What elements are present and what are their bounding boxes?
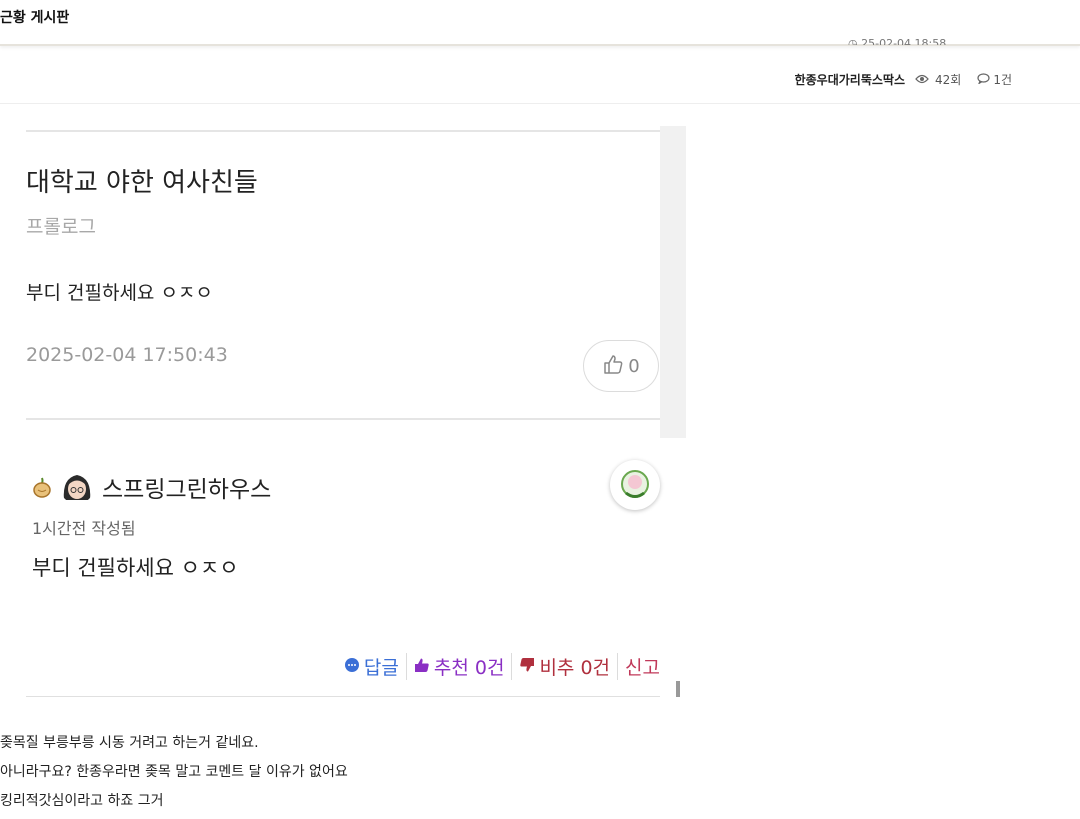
not-recommend-button[interactable]: 비추 0건 — [512, 653, 619, 680]
post-meta: 한종우대가리뚝스딱스 42회 1건 — [795, 71, 1012, 88]
divider — [26, 418, 660, 420]
post-date: 2025-02-04 17:50:43 — [26, 344, 228, 366]
chat-bubble-icon — [344, 656, 360, 678]
reply-line: 아니라구요? 한종우라면 좆목 말고 코멘트 달 이유가 없어요 — [0, 764, 348, 780]
post-meta-row: 한종우대가리뚝스딱스 42회 1건 — [0, 58, 1080, 104]
speech-bubble-icon — [977, 72, 990, 87]
reply-button[interactable]: 답글 — [337, 653, 407, 680]
divider — [26, 696, 660, 697]
comment-header: 스프링그린하우스 — [30, 470, 271, 504]
report-label: 신고 — [625, 657, 660, 679]
author-badge-icon — [610, 460, 660, 510]
comment-actions: 답글 추천 0건 비추 0건 신고 — [337, 653, 660, 680]
thumbs-up-icon — [414, 656, 430, 678]
reply-line: 킹리적갓심이라고 하죠 그거 — [0, 793, 164, 809]
top-bar: 근황 게시판 ◷ 25-02-04 18:58 — [0, 0, 1080, 46]
not-recommend-label: 비추 0건 — [539, 657, 611, 679]
post-body: 부디 건필하세요 ㅇㅈㅇ — [26, 282, 213, 304]
recommend-label: 추천 0건 — [433, 657, 505, 679]
level-onion-icon — [30, 475, 54, 499]
board-title[interactable]: 근황 게시판 — [0, 7, 69, 27]
like-count: 0 — [628, 355, 640, 377]
divider — [26, 130, 660, 132]
cut-off-timestamp: ◷ 25-02-04 18:58 — [848, 37, 946, 45]
post-card: 대학교 야한 여사친들 프롤로그 부디 건필하세요 ㅇㅈㅇ 2025-02-04… — [0, 126, 686, 438]
reply-line: 좆목질 부릉부릉 시동 거려고 하는거 같네요. — [0, 735, 259, 751]
thumbs-down-icon — [519, 656, 535, 678]
scroll-track[interactable] — [660, 126, 686, 438]
post-subtitle: 프롤로그 — [26, 216, 96, 238]
comment-item: 스프링그린하우스 1시간전 작성됨 부디 건필하세요 ㅇㅈㅇ 답글 추천 0건 … — [0, 440, 686, 700]
reply-label: 답글 — [363, 657, 399, 679]
like-button[interactable]: 0 — [583, 340, 659, 392]
clock-icon: ◷ — [848, 37, 858, 45]
reply-list: 좆목질 부릉부릉 시동 거려고 하는거 같네요. 아니라구요? 한종우라면 좆목… — [0, 729, 348, 816]
comment-count-group: 1건 — [977, 71, 1012, 88]
post-author[interactable]: 한종우대가리뚝스딱스 — [795, 71, 905, 88]
recommend-button[interactable]: 추천 0건 — [407, 653, 513, 680]
scrollbar-thumb[interactable] — [676, 681, 680, 697]
comment-time: 1시간전 작성됨 — [32, 519, 136, 538]
view-count: 42회 — [935, 73, 962, 87]
comment-author[interactable]: 스프링그린하우스 — [102, 470, 271, 504]
report-button[interactable]: 신고 — [618, 653, 660, 680]
post-title: 대학교 야한 여사친들 — [26, 168, 258, 198]
thumbs-up-icon — [602, 353, 624, 380]
comment-count: 1건 — [993, 73, 1012, 87]
avatar[interactable] — [60, 470, 94, 504]
comment-body: 부디 건필하세요 ㅇㅈㅇ — [32, 556, 239, 580]
eye-icon — [915, 73, 929, 87]
